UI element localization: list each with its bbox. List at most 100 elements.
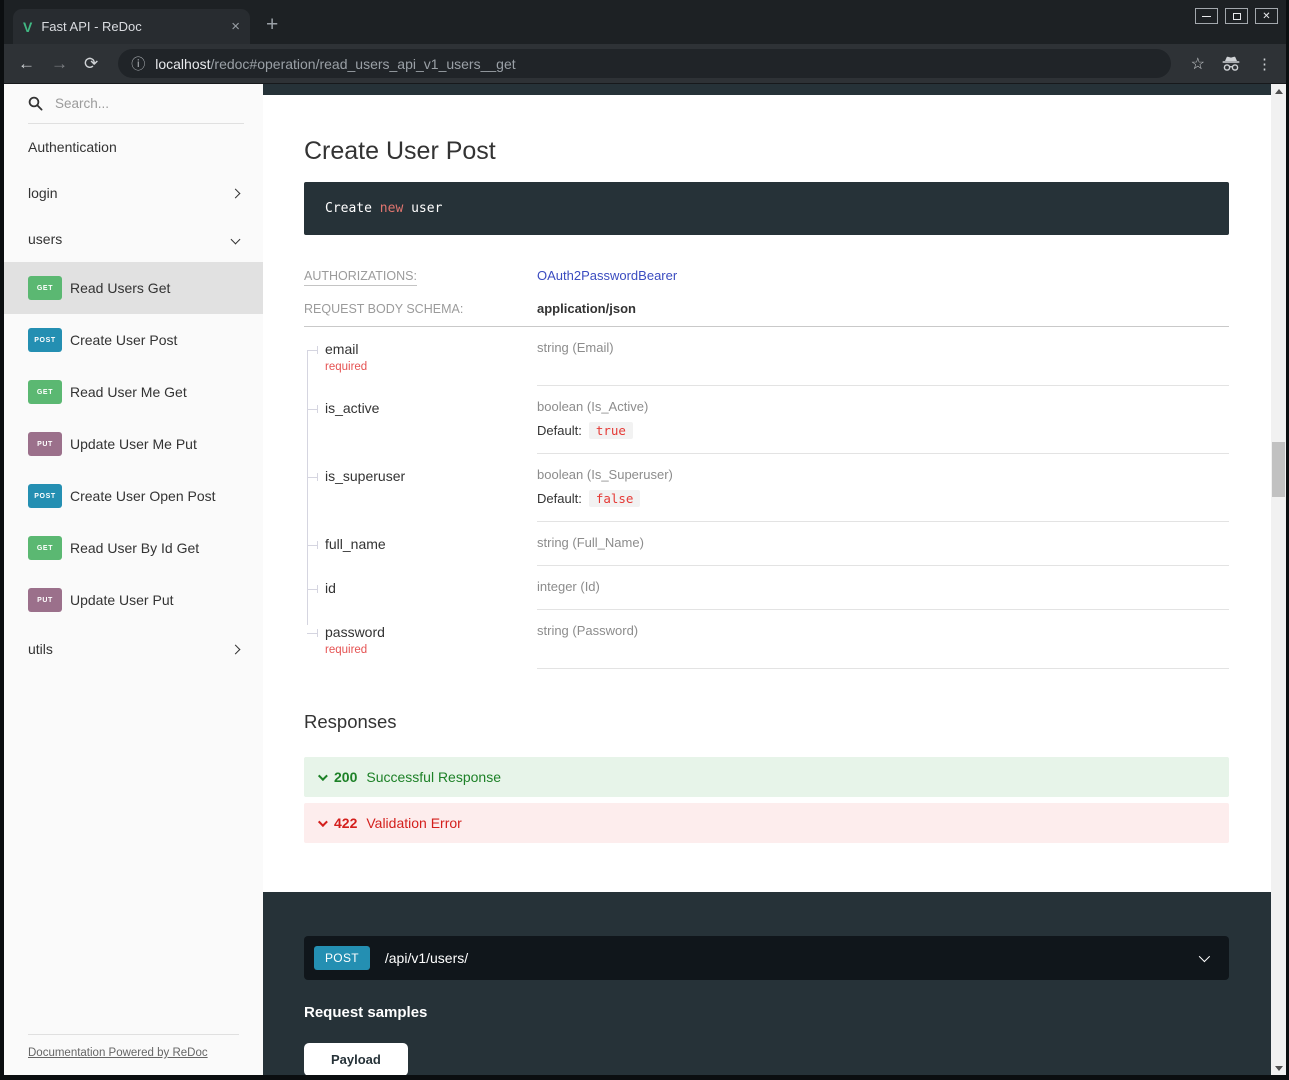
description-code-block: Create new user (304, 182, 1229, 235)
scrollbar-up-arrow[interactable] (1271, 84, 1286, 98)
top-dark-strip (263, 84, 1271, 95)
tab-strip: V Fast API - ReDoc × + ✕ (4, 0, 1286, 44)
maximize-button[interactable] (1225, 8, 1248, 24)
field-type-cell: string (Full_Name) (537, 522, 1229, 566)
main-panel: Create User Post Create new user AUTHORI… (263, 84, 1271, 1075)
sidebar-item-label: Create User Post (70, 332, 177, 349)
sidebar-item-label: Create User Open Post (70, 488, 216, 505)
sidebar-item-label: Update User Put (70, 592, 174, 609)
browser-window: V Fast API - ReDoc × + ✕ ← → ⟳ ⓘ localho… (4, 0, 1286, 1075)
new-tab-button[interactable]: + (266, 13, 278, 37)
menu-kebab-icon[interactable]: ⋮ (1257, 55, 1272, 73)
url-host: localhost (155, 56, 210, 72)
field-type-cell: boolean (Is_Active) Default:true (537, 386, 1229, 454)
sidebar-item-read-user-by-id-get[interactable]: GET Read User By Id Get (4, 522, 263, 574)
authorizations-link[interactable]: OAuth2PasswordBearer (537, 268, 677, 283)
field-type: string (Email) (537, 340, 1229, 355)
field-name-cell: is_superuser (304, 454, 537, 522)
page-scrollbar[interactable] (1271, 84, 1286, 1075)
responses-section: Responses 200Successful Response422Valid… (304, 711, 1229, 843)
sidebar-item-read-user-me-get[interactable]: GETRead User Me Get (4, 366, 263, 418)
method-badge-put: PUT (28, 432, 62, 456)
chevron-down-icon (318, 817, 328, 827)
default-value: true (589, 422, 633, 439)
code-text-2: user (403, 201, 442, 216)
bookmark-star-icon[interactable]: ☆ (1191, 54, 1205, 74)
sidebar-item-label: login (28, 185, 58, 201)
scrollbar-down-arrow[interactable] (1271, 1061, 1286, 1075)
code-text: Create (325, 201, 380, 216)
code-keyword: new (380, 201, 403, 216)
field-name: email (325, 341, 527, 357)
field-name: password (325, 624, 527, 640)
sidebar-item-login[interactable]: login (4, 170, 263, 216)
minimize-button[interactable] (1195, 8, 1218, 24)
sidebar-item-update-user-me-put[interactable]: PUT Update User Me Put (4, 418, 263, 470)
maximize-icon (1233, 13, 1241, 20)
tab-payload[interactable]: Payload (304, 1043, 408, 1075)
field-type-cell: string (Email) (537, 327, 1229, 386)
search-input[interactable] (55, 96, 205, 111)
field-default: Default:false (537, 491, 1229, 506)
field-type: integer (Id) (537, 579, 1229, 594)
back-icon[interactable]: ← (18, 55, 35, 72)
request-body-label: REQUEST BODY SCHEMA: (304, 302, 537, 316)
sidebar-item-authentication[interactable]: Authentication (4, 124, 263, 170)
schema-field-is-active: is_active boolean (Is_Active) Default:true (304, 386, 1229, 454)
endpoint-path: /api/v1/users/ (385, 950, 468, 966)
responses-list: 200Successful Response 422Validation Erro… (304, 757, 1229, 843)
field-type: string (Full_Name) (537, 535, 1229, 550)
sidebar-item-read-users-get[interactable]: GETRead Users Get (4, 262, 263, 314)
method-badge-get: GET (28, 536, 62, 560)
chevron-down-icon (1199, 951, 1210, 962)
browser-tab[interactable]: V Fast API - ReDoc × (13, 9, 250, 44)
method-badge-put: PUT (28, 588, 62, 612)
response-code: 422 (334, 815, 357, 831)
request-samples-heading: Request samples (304, 1004, 1229, 1021)
redoc-footer-link[interactable]: Documentation Powered by ReDoc (28, 1047, 208, 1059)
field-name-cell: is_active (304, 386, 537, 454)
scrollbar-thumb[interactable] (1272, 442, 1285, 497)
schema-field-full-name: full_namestring (Full_Name) (304, 522, 1229, 566)
sidebar-item-label: Authentication (28, 139, 117, 155)
site-info-icon[interactable]: ⓘ (131, 54, 145, 74)
sidebar-item-label: users (28, 231, 62, 247)
address-bar[interactable]: ⓘ localhost/redoc#operation/read_users_a… (118, 49, 1170, 78)
reload-icon[interactable]: ⟳ (84, 55, 98, 72)
sidebar-item-update-user-put[interactable]: PUT Update User Put (4, 574, 263, 626)
endpoint-dropdown[interactable]: POST /api/v1/users/ (304, 936, 1229, 980)
chevron-down-icon (231, 234, 241, 244)
url-path: /redoc#operation/read_users_api_v1_users… (211, 56, 516, 72)
field-type-cell: integer (Id) (537, 566, 1229, 610)
default-label: Default: (537, 491, 582, 506)
tab-close-icon[interactable]: × (231, 18, 240, 35)
request-samples-panel: POST /api/v1/users/ Request samples Payl… (263, 892, 1271, 1075)
field-name: is_active (325, 400, 527, 416)
field-name-cell: passwordrequired (304, 610, 537, 669)
close-button[interactable]: ✕ (1255, 8, 1278, 24)
sidebar-item-utils[interactable]: utils (4, 626, 263, 672)
url-text: localhost/redoc#operation/read_users_api… (155, 56, 515, 72)
field-type-cell: string (Password) (537, 610, 1229, 669)
response-banner-200[interactable]: 200Successful Response (304, 757, 1229, 797)
chevron-right-icon (231, 644, 241, 654)
field-name-cell: full_name (304, 522, 537, 566)
sidebar-item-label: Read User By Id Get (70, 540, 199, 557)
minimize-icon (1202, 16, 1211, 17)
browser-toolbar: ← → ⟳ ⓘ localhost/redoc#operation/read_u… (4, 44, 1286, 84)
sidebar-item-users[interactable]: users (4, 216, 263, 262)
field-name-cell: id (304, 566, 537, 610)
field-type: boolean (Is_Active) (537, 399, 1229, 414)
sidebar-item-label: Read Users Get (70, 280, 170, 297)
favicon-icon: V (23, 19, 32, 35)
method-badge-post: POST (28, 328, 62, 352)
sidebar-item-create-user-post[interactable]: POST Create User Post (4, 314, 263, 366)
sidebar-item-create-user-open-post[interactable]: POSTCreate User Open Post (4, 470, 263, 522)
field-default: Default:true (537, 423, 1229, 438)
forward-icon[interactable]: → (51, 55, 68, 72)
sidebar-item-label: Update User Me Put (70, 436, 197, 453)
field-name: id (325, 580, 527, 596)
incognito-icon[interactable] (1221, 56, 1241, 72)
response-banner-422[interactable]: 422Validation Error (304, 803, 1229, 843)
field-name: is_superuser (325, 468, 527, 484)
